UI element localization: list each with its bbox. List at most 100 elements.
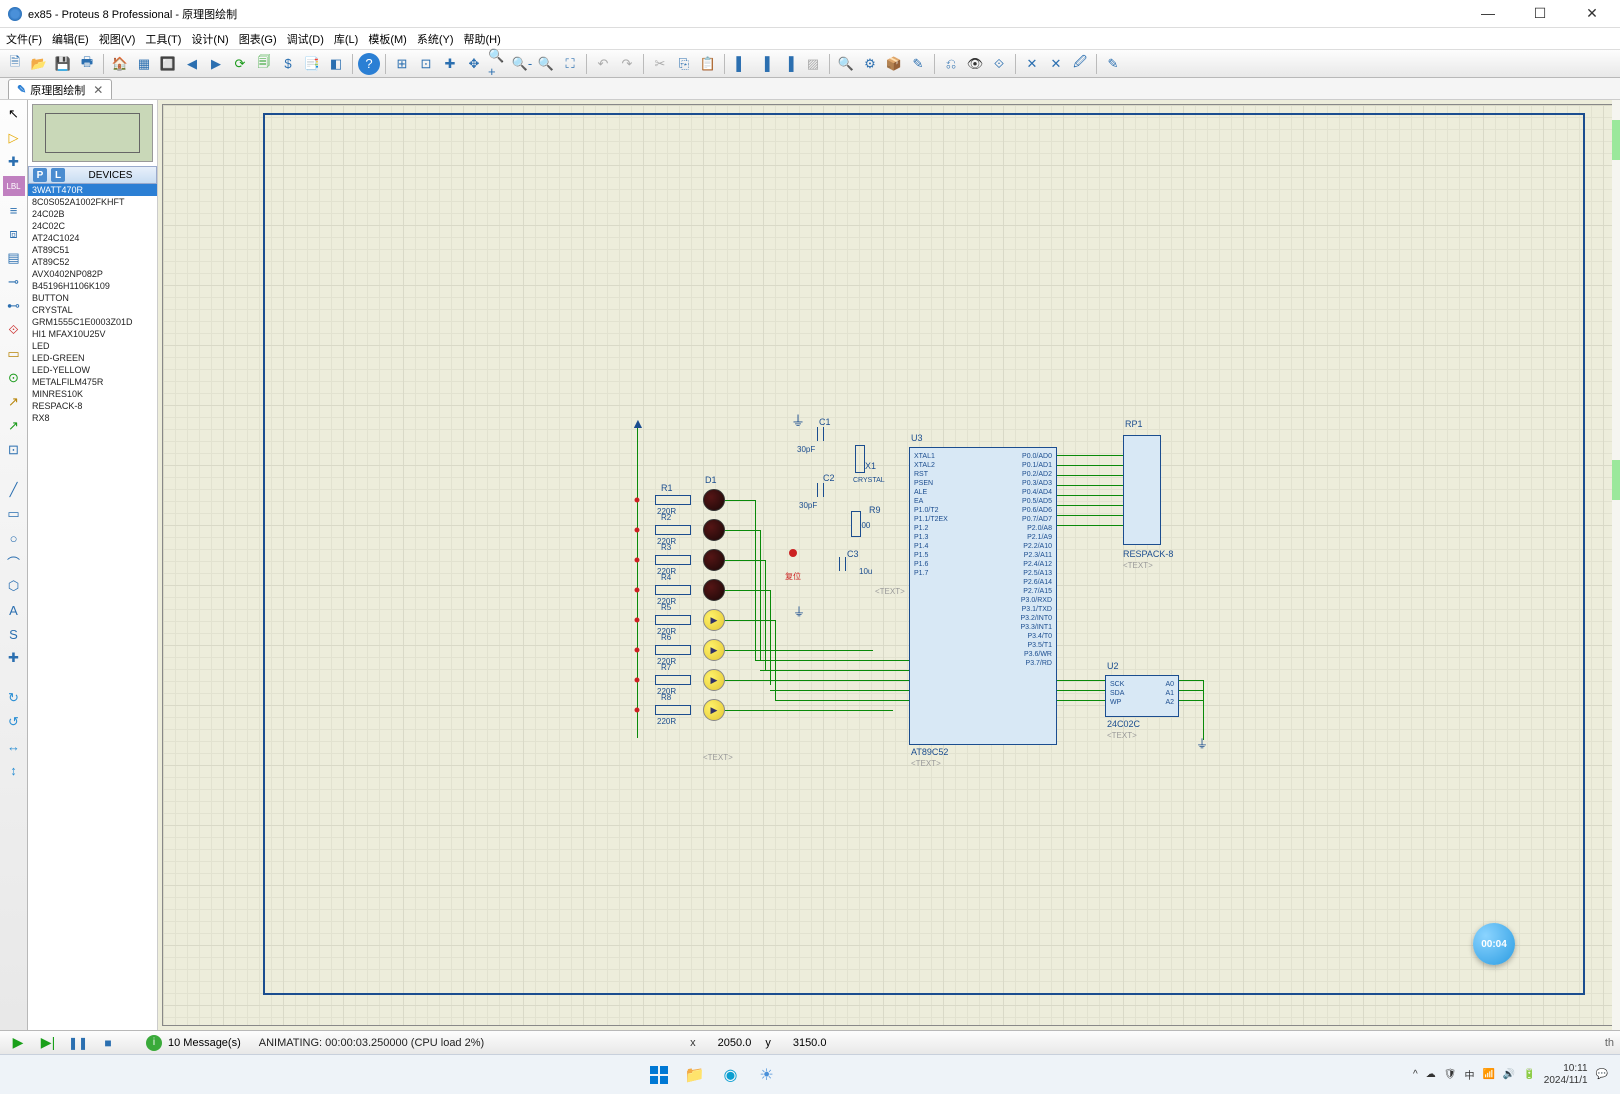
device-list[interactable]: 3WATT470R 8C0S052A1002FKHFT 24C02B 24C02…: [28, 184, 157, 1030]
terminal-icon[interactable]: ⊸: [3, 272, 25, 292]
minimize-button[interactable]: —: [1468, 5, 1508, 22]
resistor[interactable]: [655, 705, 691, 715]
resistor[interactable]: [655, 555, 691, 565]
line-icon[interactable]: ╱: [3, 480, 25, 500]
wand-icon[interactable]: ✎: [907, 53, 929, 75]
led-red[interactable]: [703, 579, 725, 601]
wifi-icon[interactable]: 📶: [1482, 1069, 1494, 1080]
paste-icon[interactable]: 📋: [697, 53, 719, 75]
align-c-icon[interactable]: ▐: [754, 53, 776, 75]
bus-icon[interactable]: ⧈: [3, 224, 25, 244]
cut-icon[interactable]: ✂: [649, 53, 671, 75]
save-button[interactable]: 💾: [52, 53, 74, 75]
grid-icon[interactable]: ⊞: [391, 53, 413, 75]
forward-icon[interactable]: ▶: [205, 53, 227, 75]
list-item[interactable]: RX8: [28, 412, 157, 424]
pick-l-icon[interactable]: L: [51, 168, 65, 182]
arc-icon[interactable]: ⌒: [3, 552, 25, 572]
resistor[interactable]: [655, 645, 691, 655]
u3-chip[interactable]: XTAL1XTAL2RSTPSENALEEAP1.0/T2P1.1/T2EXP1…: [909, 447, 1057, 745]
align-l-icon[interactable]: ▌: [730, 53, 752, 75]
canvas-area[interactable]: XTAL1XTAL2RSTPSENALEEAP1.0/T2P1.1/T2EXP1…: [158, 100, 1620, 1030]
probe2-icon[interactable]: ↗: [3, 416, 25, 436]
shield-icon[interactable]: 🛡: [1444, 1069, 1457, 1080]
list-item[interactable]: AVX0402NP082P: [28, 268, 157, 280]
chevron-up-icon[interactable]: ^: [1413, 1069, 1418, 1080]
onedrive-icon[interactable]: ☁: [1426, 1069, 1436, 1080]
home-button[interactable]: 🏠: [109, 53, 131, 75]
tab-schematic[interactable]: ✎ 原理图绘制 ✕: [8, 79, 112, 99]
notification-icon[interactable]: 💬: [1596, 1069, 1608, 1080]
tape-icon[interactable]: ▭: [3, 344, 25, 364]
back-icon[interactable]: ◀: [181, 53, 203, 75]
schematic[interactable]: XTAL1XTAL2RSTPSENALEEAP1.0/T2P1.1/T2EXP1…: [163, 105, 1615, 1025]
snap-icon[interactable]: ⊡: [415, 53, 437, 75]
menu-edit[interactable]: 编辑(E): [52, 31, 89, 47]
rotate-ccw-icon[interactable]: ↺: [3, 712, 25, 732]
menu-system[interactable]: 系统(Y): [417, 31, 454, 47]
system-tray[interactable]: ^ ☁ 🛡 中 📶 🔊 🔋 10:11 2024/11/1 💬: [1413, 1063, 1608, 1087]
flip-v-icon[interactable]: ↕: [3, 760, 25, 780]
list-item[interactable]: B45196H1106K109: [28, 280, 157, 292]
text-icon[interactable]: ≡: [3, 200, 25, 220]
rect-icon[interactable]: ▭: [3, 504, 25, 524]
button-icon[interactable]: [789, 549, 797, 557]
resistor[interactable]: [655, 615, 691, 625]
pick-icon[interactable]: 🔍: [835, 53, 857, 75]
list-item[interactable]: MINRES10K: [28, 388, 157, 400]
stop-button[interactable]: ■: [96, 1034, 120, 1052]
volume-icon[interactable]: 🔊: [1503, 1069, 1515, 1080]
r9-sym[interactable]: [851, 511, 861, 537]
xref2-icon[interactable]: ✕: [1045, 53, 1067, 75]
explorer-icon[interactable]: 📑: [301, 53, 323, 75]
menu-graph[interactable]: 图表(G): [239, 31, 277, 47]
flip-h-icon[interactable]: ↔: [3, 736, 25, 756]
list-item[interactable]: AT89C51: [28, 244, 157, 256]
led-red[interactable]: [703, 489, 725, 511]
messages-label[interactable]: 10 Message(s): [168, 1037, 241, 1049]
new-button[interactable]: 🗎: [4, 53, 26, 75]
xref-icon[interactable]: ✕: [1021, 53, 1043, 75]
list-item[interactable]: LED: [28, 340, 157, 352]
list-item[interactable]: GRM1555C1E0003Z01D: [28, 316, 157, 328]
package-icon[interactable]: 📦: [883, 53, 905, 75]
led-red[interactable]: [703, 549, 725, 571]
open-button[interactable]: 📂: [28, 53, 50, 75]
copy-icon[interactable]: ⎘: [673, 53, 695, 75]
list-item[interactable]: RESPACK-8: [28, 400, 157, 412]
play-button[interactable]: ▶: [6, 1034, 30, 1052]
crystal-icon[interactable]: [855, 445, 865, 473]
led-yellow[interactable]: [703, 699, 725, 721]
menu-library[interactable]: 库(L): [334, 31, 358, 47]
erc-icon[interactable]: ⎌: [940, 53, 962, 75]
chip-icon[interactable]: 🔲: [157, 53, 179, 75]
rotate-cw-icon[interactable]: ↻: [3, 688, 25, 708]
list-item[interactable]: AT24C1024: [28, 232, 157, 244]
list-item[interactable]: BUTTON: [28, 292, 157, 304]
label-icon[interactable]: LBL: [3, 176, 25, 196]
circle-icon[interactable]: ○: [3, 528, 25, 548]
list-item[interactable]: 24C02B: [28, 208, 157, 220]
zoom-area-icon[interactable]: ⛶: [559, 53, 581, 75]
subcircuit-icon[interactable]: ▤: [3, 248, 25, 268]
menu-debug[interactable]: 调试(D): [287, 31, 324, 47]
edge-icon[interactable]: ◉: [717, 1061, 745, 1089]
probe-icon[interactable]: ↗: [3, 392, 25, 412]
redo-icon[interactable]: ↷: [616, 53, 638, 75]
list-item[interactable]: CRYSTAL: [28, 304, 157, 316]
sheet-button[interactable]: ▦: [133, 53, 155, 75]
led-red[interactable]: [703, 519, 725, 541]
explorer-icon[interactable]: 📁: [681, 1061, 709, 1089]
zoom-in-icon[interactable]: 🔍+: [487, 53, 509, 75]
gerber-icon[interactable]: ◧: [325, 53, 347, 75]
component-icon[interactable]: ▷: [3, 128, 25, 148]
doc-icon[interactable]: 🗐: [253, 53, 275, 75]
refresh-icon[interactable]: ⟳: [229, 53, 251, 75]
list-item[interactable]: AT89C52: [28, 256, 157, 268]
led-yellow[interactable]: [703, 669, 725, 691]
pin-icon[interactable]: ⊷: [3, 296, 25, 316]
step-button[interactable]: ▶|: [36, 1034, 60, 1052]
list-item[interactable]: 24C02C: [28, 220, 157, 232]
menu-help[interactable]: 帮助(H): [464, 31, 501, 47]
close-button[interactable]: ✕: [1572, 5, 1612, 22]
